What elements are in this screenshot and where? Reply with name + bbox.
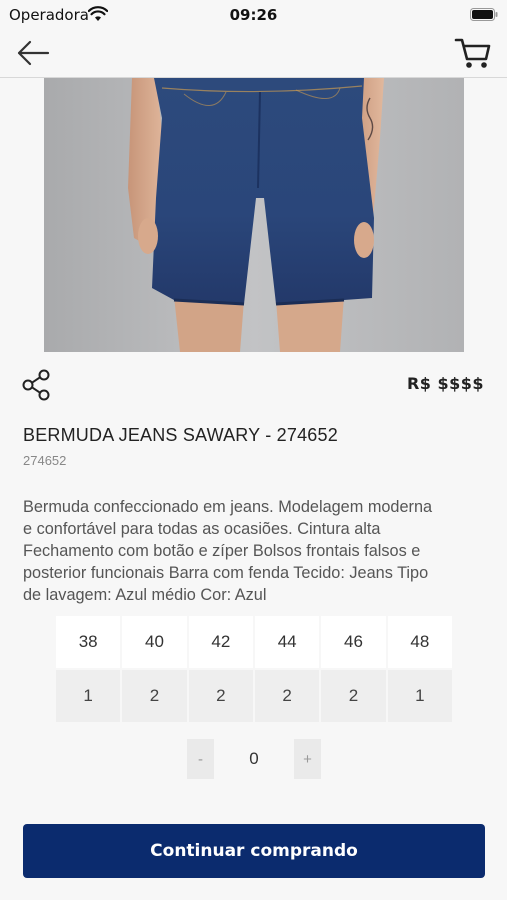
size-grid: 38 40 42 44 46 48 1 2 2 2 2 1 (56, 616, 452, 722)
cart-button[interactable] (453, 35, 493, 71)
product-photo (44, 78, 464, 352)
continue-shopping-button[interactable]: Continuar comprando (23, 824, 485, 878)
size-quantity: 2 (188, 670, 253, 722)
size-quantity: 1 (56, 670, 121, 722)
share-icon (22, 369, 50, 401)
size-option[interactable]: 46 (321, 616, 386, 668)
description-line: Fechamento com botão e zíper Bolsos fron… (23, 542, 421, 560)
shopping-cart-icon (454, 38, 491, 68)
battery-icon (470, 8, 498, 21)
description-line: e confortável para todas as ocasiões. Ci… (23, 520, 381, 538)
share-button[interactable] (20, 368, 54, 402)
size-quantity: 2 (255, 670, 320, 722)
decrement-button[interactable]: - (187, 739, 214, 779)
product-description: Bermuda confeccionado em jeans. Modelage… (23, 496, 493, 606)
description-line: Bermuda confeccionado em jeans. Modelage… (23, 498, 433, 516)
increment-button[interactable]: + (294, 739, 321, 779)
product-detail-screen: Operadora 09:26 R$ $$$$ BERMUDA JEANS SA… (0, 0, 507, 900)
back-button[interactable] (16, 38, 52, 68)
quantity-value: 0 (249, 749, 259, 768)
nav-bar (0, 30, 507, 78)
clock: 09:26 (229, 6, 278, 24)
size-option[interactable]: 48 (387, 616, 452, 668)
size-option[interactable]: 38 (56, 616, 121, 668)
status-bar: Operadora 09:26 (0, 0, 507, 30)
product-title: BERMUDA JEANS SAWARY - 274652 (23, 425, 338, 445)
description-line: de lavagem: Azul médio Cor: Azul (23, 586, 267, 604)
size-quantity: 2 (321, 670, 386, 722)
product-image-carousel[interactable] (44, 78, 464, 352)
size-quantity: 2 (122, 670, 187, 722)
product-price: R$ $$$$ (406, 374, 484, 393)
size-option[interactable]: 40 (122, 616, 187, 668)
size-quantity: 1 (387, 670, 452, 722)
description-line: posterior funcionais Barra com fenda Tec… (23, 564, 429, 582)
quantity-stepper: - 0 + (187, 739, 321, 779)
size-option[interactable]: 42 (188, 616, 253, 668)
product-code: 274652 (23, 453, 67, 468)
arrow-left-icon (17, 40, 50, 66)
size-option[interactable]: 44 (255, 616, 320, 668)
